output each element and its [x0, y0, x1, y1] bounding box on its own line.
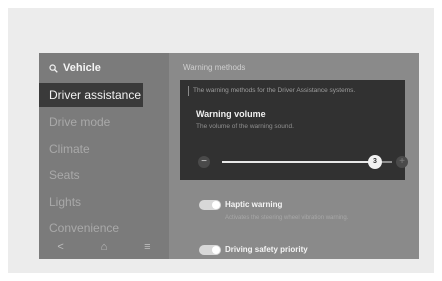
- haptic-warning-label: Haptic warning: [225, 200, 283, 209]
- sidebar-item-label: Lights: [49, 195, 82, 209]
- page-title: Warning methods: [183, 63, 246, 72]
- menu-icon[interactable]: ≡: [144, 241, 150, 253]
- sidebar-header[interactable]: Vehicle: [49, 61, 101, 75]
- sidebar-item-label: Convenience: [49, 221, 120, 235]
- back-icon[interactable]: <: [57, 241, 63, 253]
- warning-volume-slider[interactable]: − 3 +: [198, 155, 408, 169]
- sidebar-title: Vehicle: [63, 62, 101, 74]
- sidebar-item-lights[interactable]: Lights: [39, 190, 169, 214]
- home-icon[interactable]: ⌂: [101, 241, 108, 253]
- sidebar: Vehicle Driver assistance Drive mode Cli…: [39, 53, 169, 259]
- screenshot-frame: Vehicle Driver assistance Drive mode Cli…: [8, 8, 434, 273]
- sidebar-bottom-bar: < ⌂ ≡: [39, 235, 169, 259]
- sidebar-item-label: Seats: [49, 168, 80, 182]
- panel-description: The warning methods for the Driver Assis…: [188, 86, 401, 96]
- driving-safety-priority-toggle[interactable]: [199, 245, 221, 255]
- sidebar-item-seats[interactable]: Seats: [39, 163, 169, 187]
- haptic-warning-toggle[interactable]: [199, 200, 221, 210]
- volume-decrease-button[interactable]: −: [198, 156, 210, 168]
- slider-fill: [222, 161, 375, 163]
- warning-volume-panel: The warning methods for the Driver Assis…: [180, 80, 408, 180]
- volume-increase-button[interactable]: +: [396, 156, 408, 168]
- sidebar-item-drive-mode[interactable]: Drive mode: [39, 110, 169, 134]
- slider-knob[interactable]: 3: [368, 155, 382, 169]
- warning-volume-title: Warning volume: [196, 109, 266, 119]
- sidebar-item-climate[interactable]: Climate: [39, 137, 169, 161]
- warning-volume-subtitle: The volume of the warning sound.: [196, 123, 294, 130]
- sidebar-item-driver-assistance[interactable]: Driver assistance: [39, 83, 143, 107]
- driving-safety-priority-label: Driving safety priority: [225, 245, 308, 254]
- search-icon: [49, 63, 58, 73]
- haptic-warning-subtitle: Activates the steering wheel vibration w…: [225, 215, 349, 221]
- sidebar-item-label: Drive mode: [49, 115, 111, 129]
- sidebar-item-label: Climate: [49, 142, 90, 156]
- sidebar-item-label: Driver assistance: [49, 88, 142, 102]
- infotainment-screen: Vehicle Driver assistance Drive mode Cli…: [39, 53, 419, 259]
